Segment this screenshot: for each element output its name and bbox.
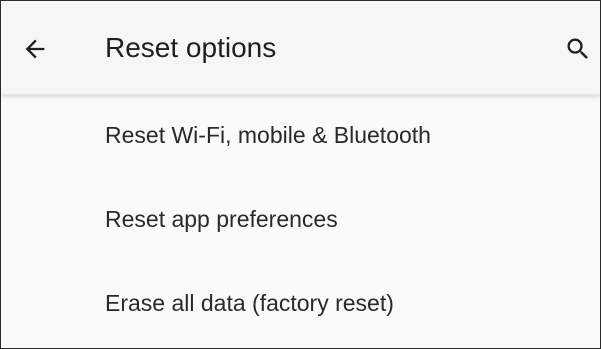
arrow-back-icon xyxy=(25,39,45,59)
search-icon xyxy=(567,38,588,59)
app-bar: Reset options xyxy=(1,1,600,95)
reset-options-list: Reset Wi-Fi, mobile & Bluetooth Reset ap… xyxy=(1,95,600,347)
page-title: Reset options xyxy=(105,32,277,63)
reset-app-preferences-item[interactable]: Reset app preferences xyxy=(1,179,600,263)
reset-app-preferences-label: Reset app preferences xyxy=(105,206,338,232)
reset-network-label: Reset Wi-Fi, mobile & Bluetooth xyxy=(105,122,431,148)
reset-network-item[interactable]: Reset Wi-Fi, mobile & Bluetooth xyxy=(1,95,600,179)
search-button[interactable] xyxy=(558,29,598,69)
settings-screen: Reset options Reset Wi-Fi, mobile & Blue… xyxy=(0,0,601,349)
factory-reset-label: Erase all data (factory reset) xyxy=(105,290,394,316)
back-button[interactable] xyxy=(15,29,55,69)
factory-reset-item[interactable]: Erase all data (factory reset) xyxy=(1,263,600,347)
